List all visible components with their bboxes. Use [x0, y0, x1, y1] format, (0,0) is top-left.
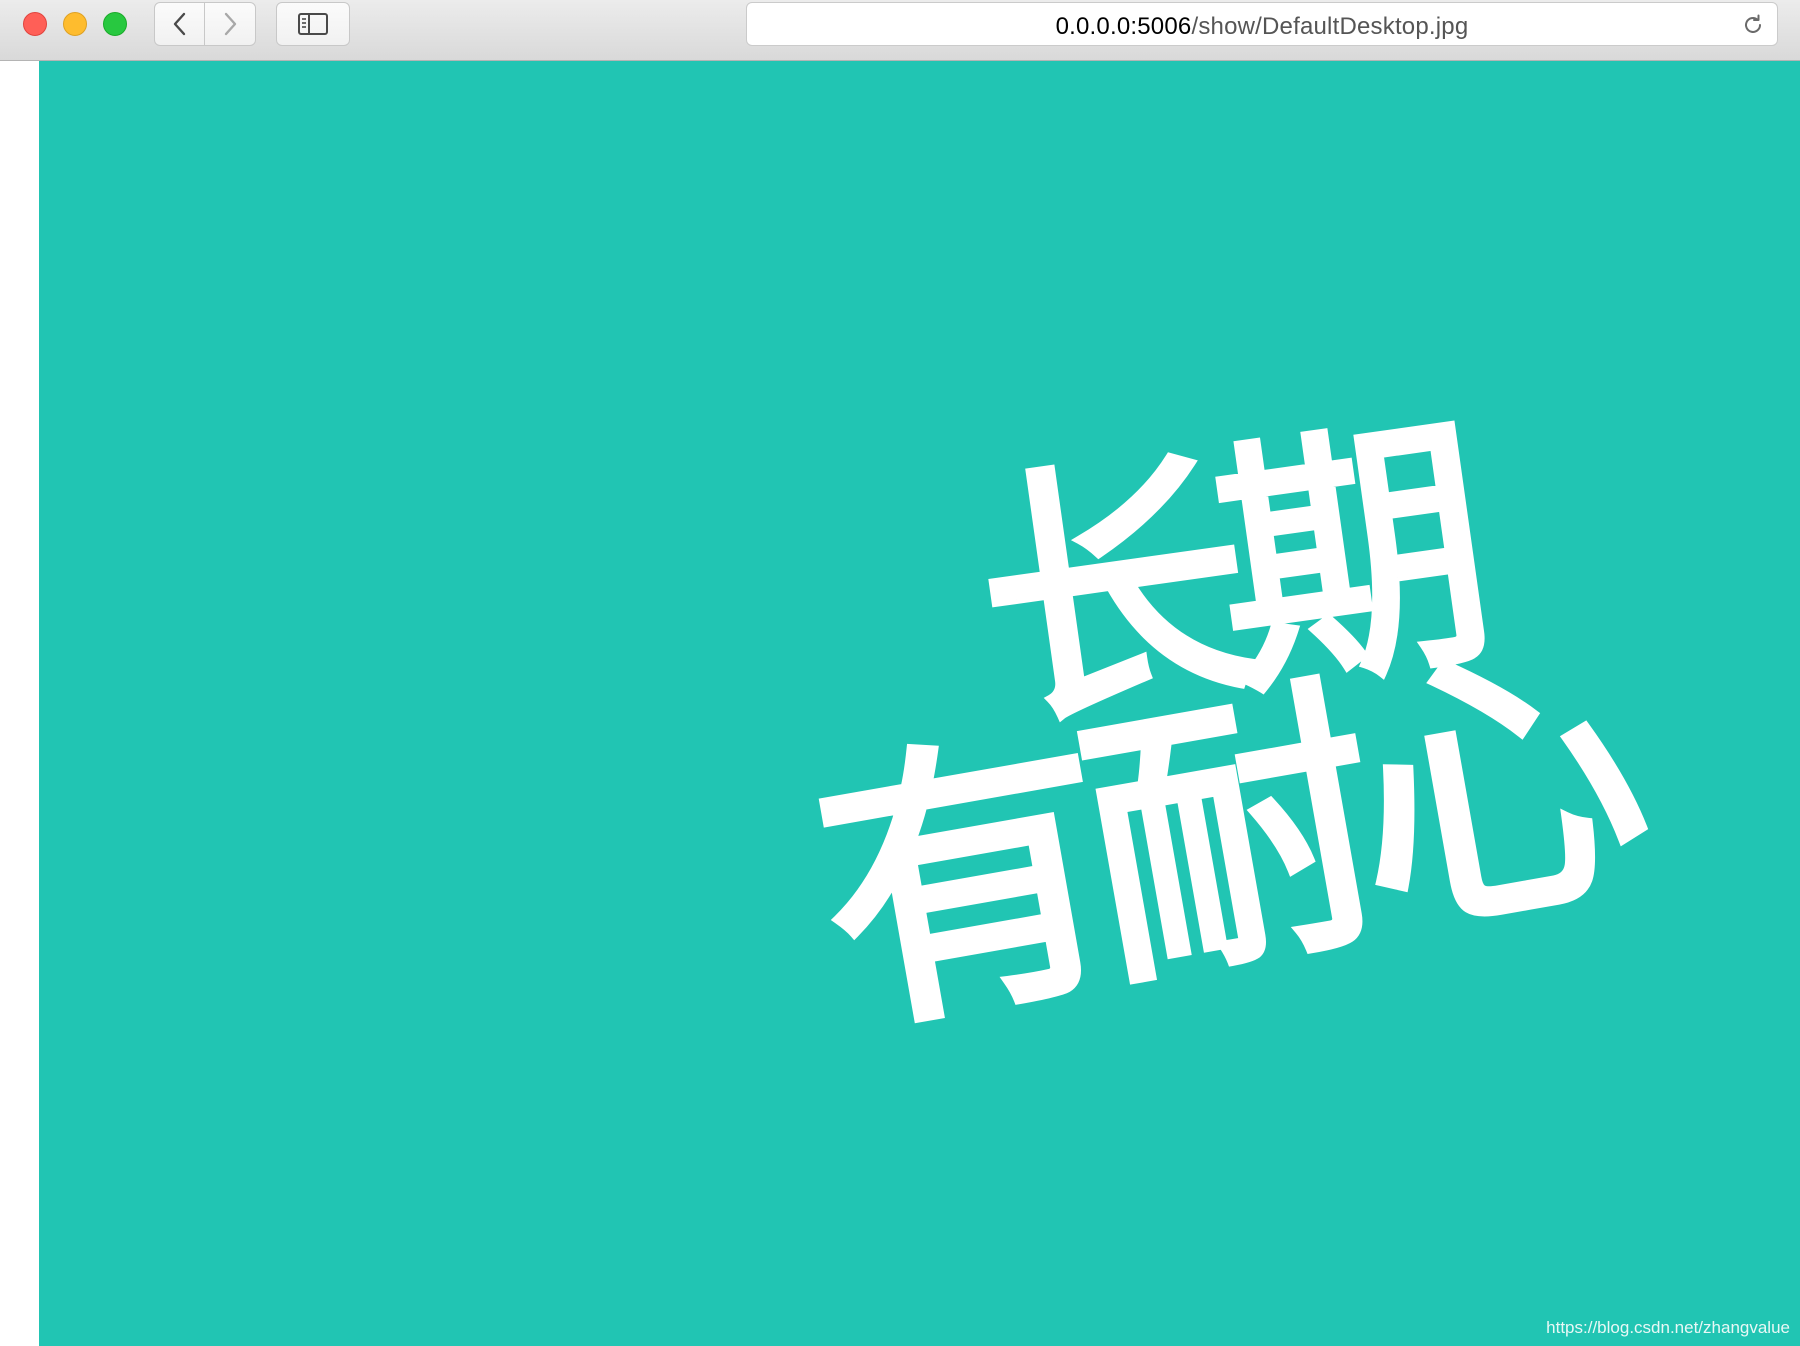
- reload-icon[interactable]: [1741, 13, 1765, 37]
- address-bar[interactable]: 0.0.0.0:5006/show/DefaultDesktop.jpg: [746, 2, 1778, 46]
- sidebar-icon: [298, 13, 328, 35]
- back-button[interactable]: [154, 2, 205, 46]
- url-path: /show/DefaultDesktop.jpg: [1191, 13, 1469, 40]
- displayed-image: 长期 有耐心 https://blog.csdn.net/zhangvalue: [39, 61, 1800, 1346]
- chevron-left-icon: [173, 12, 185, 36]
- browser-toolbar: 0.0.0.0:5006/show/DefaultDesktop.jpg: [0, 0, 1800, 61]
- close-window-button[interactable]: [23, 12, 47, 36]
- chevron-right-icon: [224, 12, 237, 36]
- zoom-window-button[interactable]: [103, 12, 127, 36]
- minimize-window-button[interactable]: [63, 12, 87, 36]
- watermark-text: https://blog.csdn.net/zhangvalue: [1546, 1318, 1790, 1337]
- forward-button[interactable]: [205, 2, 256, 46]
- url-text: 0.0.0.0:5006/show/DefaultDesktop.jpg: [747, 13, 1777, 41]
- calligraphy-line-2: 有耐心: [794, 600, 1652, 1077]
- page-margin: [0, 61, 39, 1346]
- show-sidebar-button[interactable]: [276, 2, 350, 46]
- url-host: 0.0.0.0:5006: [1055, 13, 1192, 40]
